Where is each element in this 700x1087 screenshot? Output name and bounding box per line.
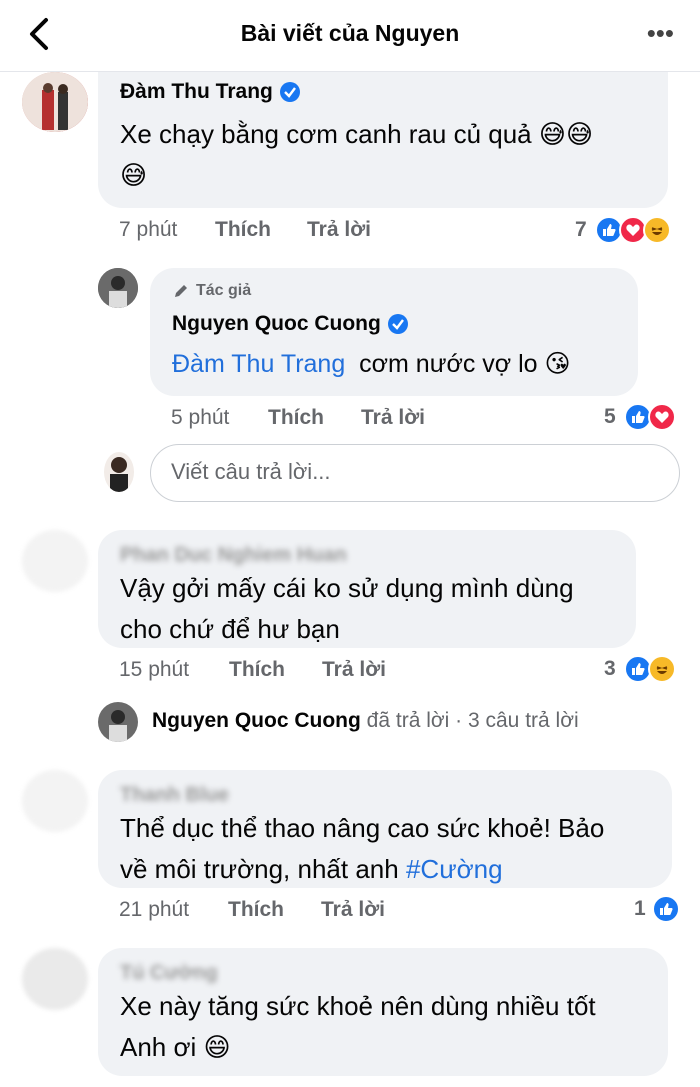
- reaction-summary[interactable]: 1: [634, 895, 680, 923]
- hashtag-link[interactable]: #Cường: [406, 854, 503, 884]
- pencil-icon: [175, 285, 187, 297]
- comment-author[interactable]: Nguyen Quoc Cuong: [172, 312, 409, 336]
- grin-emoji: 😄: [203, 1032, 231, 1062]
- comment-bubble: Đàm Thu Trang Xe chạy bằng cơm canh rau …: [98, 72, 668, 208]
- haha-reaction-icon: [647, 655, 676, 683]
- comment-text: Xe này tăng sức khoẻ nên dùng nhiều tốt …: [120, 991, 596, 1062]
- comment-meta: 21 phút Thích Trả lời: [119, 898, 385, 922]
- current-user-avatar: [104, 452, 134, 492]
- love-reaction-icon: [647, 403, 676, 431]
- like-reaction-icon: [651, 895, 680, 923]
- reply-button[interactable]: Trả lời: [322, 658, 386, 682]
- reaction-summary[interactable]: 5: [604, 403, 676, 431]
- reply-input[interactable]: Viết câu trả lời...: [150, 444, 680, 502]
- avatar[interactable]: [98, 702, 138, 742]
- comment-meta: 7 phút Thích Trả lời: [119, 218, 371, 242]
- comment-time: 15 phút: [119, 658, 190, 681]
- reply-author: Nguyen Quoc Cuong: [152, 709, 361, 732]
- comment-bubble: Tú Cường Xe này tăng sức khoẻ nên dùng n…: [98, 948, 668, 1076]
- comment-author[interactable]: Tú Cường: [120, 962, 218, 985]
- reply-button[interactable]: Trả lời: [321, 898, 385, 922]
- comment-meta: 15 phút Thích Trả lời: [119, 658, 386, 682]
- comment-bubble: Tác giả Nguyen Quoc Cuong Đàm Thu Trang …: [150, 268, 638, 396]
- comment-bubble: Phan Duc Nghiem Huan Vậy gởi mấy cái ko …: [98, 530, 636, 648]
- page-title: Bài viết của Nguyen: [240, 20, 460, 46]
- comment-author[interactable]: Phan Duc Nghiem Huan: [120, 544, 347, 567]
- avatar[interactable]: [22, 530, 88, 592]
- comment-bubble: Thanh Blue Thể dục thể thao nâng cao sức…: [98, 770, 672, 888]
- like-button[interactable]: Thích: [268, 406, 361, 430]
- comment-time: 5 phút: [171, 406, 230, 429]
- reply-button[interactable]: Trả lời: [361, 406, 425, 430]
- reaction-count: 3: [604, 657, 616, 680]
- reply-button[interactable]: Trả lời: [307, 218, 371, 242]
- like-button[interactable]: Thích: [228, 898, 321, 922]
- sweat-smile-emoji: 😅: [120, 160, 148, 190]
- reaction-count: 1: [634, 897, 646, 920]
- more-options-icon[interactable]: •••: [647, 20, 674, 46]
- like-button[interactable]: Thích: [229, 658, 322, 682]
- reaction-count: 7: [575, 218, 587, 241]
- reaction-summary[interactable]: 7: [575, 216, 671, 244]
- view-replies-link[interactable]: Nguyen Quoc Cuong đã trả lời · 3 câu trả…: [152, 709, 579, 733]
- avatar[interactable]: [22, 72, 88, 132]
- verified-badge-icon: [279, 82, 300, 102]
- like-button[interactable]: Thích: [215, 218, 307, 242]
- avatar[interactable]: [22, 770, 88, 832]
- comment-time: 21 phút: [119, 898, 190, 921]
- author-badge: Tác giả: [172, 282, 251, 300]
- comment-meta: 5 phút Thích Trả lời: [171, 406, 425, 430]
- comment-text: Xe chạy bằng cơm canh rau củ quả 😅😅 😅: [120, 119, 594, 190]
- reaction-summary[interactable]: 3: [604, 655, 676, 683]
- avatar[interactable]: [22, 948, 88, 1010]
- comment-text: Vậy gởi mấy cái ko sử dụng mình dùng cho…: [120, 573, 574, 644]
- comment-author[interactable]: Thanh Blue: [120, 784, 229, 807]
- comment-author[interactable]: Đàm Thu Trang: [120, 80, 301, 104]
- haha-reaction-icon: [642, 216, 671, 244]
- top-bar: Bài viết của Nguyen •••: [0, 0, 700, 72]
- comment-time: 7 phút: [119, 218, 178, 241]
- comment-text: Đàm Thu Trang cơm nước vợ lo 😘: [172, 350, 571, 378]
- comment-text: Thể dục thể thao nâng cao sức khoẻ! Bảo …: [120, 813, 605, 884]
- mention-link[interactable]: Đàm Thu Trang: [172, 350, 345, 378]
- kiss-emoji: 😘: [544, 350, 571, 378]
- reaction-count: 5: [604, 405, 616, 428]
- verified-badge-icon: [387, 314, 408, 334]
- avatar[interactable]: [98, 268, 138, 308]
- sweat-smile-emoji: 😅😅: [538, 119, 594, 149]
